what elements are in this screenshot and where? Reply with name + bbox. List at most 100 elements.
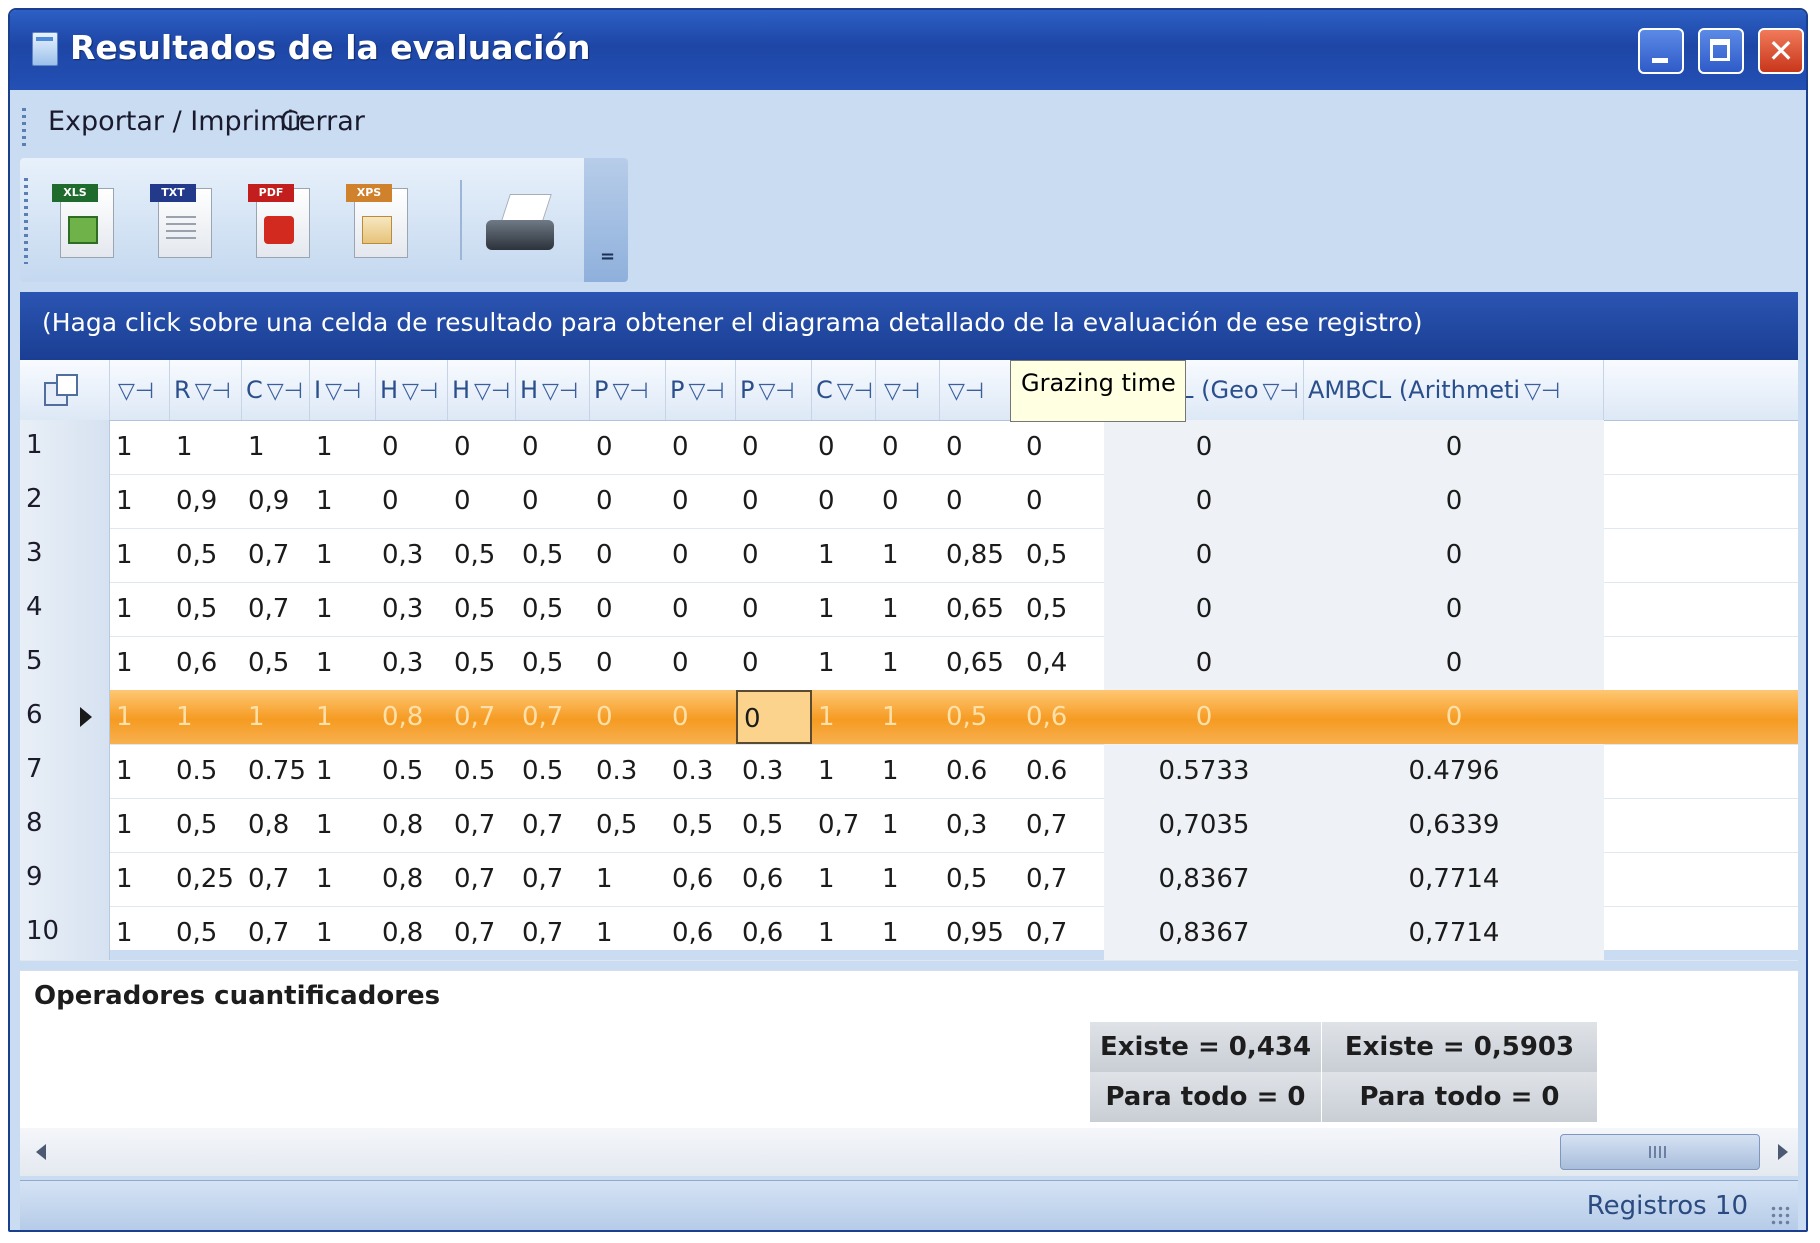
grid-cell[interactable]: 0,7 [516, 906, 590, 960]
menu-export-print[interactable]: Exportar / Imprimir [48, 106, 305, 137]
grid-cell[interactable]: 1 [242, 690, 310, 744]
grid-cell[interactable]: 1 [812, 690, 876, 744]
table-row[interactable]: 6 1 1 1 1 0,8 0,7 0,7 0 0 0 1 1 0,5 0,6 0 0 [20, 690, 1798, 745]
grid-cell[interactable]: 0,5 [448, 636, 516, 690]
pin-icon[interactable]: ⊣ [901, 379, 920, 404]
filter-icon[interactable]: ▽ [402, 379, 419, 404]
filter-icon[interactable]: ▽ [118, 379, 135, 404]
grid-cell[interactable]: 0 [666, 690, 736, 744]
filter-icon[interactable]: ▽ [195, 379, 212, 404]
grid-cell[interactable]: 0,3 [376, 582, 448, 636]
menu-close[interactable]: Cerrar [280, 106, 365, 137]
grid-cell[interactable]: 1 [110, 852, 170, 906]
grid-cell[interactable]: 0 [736, 474, 812, 528]
title-bar[interactable]: Resultados de la evaluación ✕ [10, 10, 1806, 90]
scroll-right-icon[interactable] [1778, 1144, 1788, 1160]
grid-cell[interactable]: 0 [666, 528, 736, 582]
grid-cell[interactable]: 0,7 [1020, 852, 1104, 906]
grid-cell[interactable]: 0,6 [170, 636, 242, 690]
row-header[interactable]: 5 [20, 636, 110, 690]
row-header[interactable]: 6 [20, 690, 110, 744]
result-cell[interactable]: 0 [1104, 582, 1304, 636]
result-cell[interactable]: 0 [1304, 420, 1604, 474]
result-cell[interactable]: 0 [1304, 690, 1604, 744]
grid-cell[interactable]: 0,5 [170, 582, 242, 636]
grid-cell[interactable]: 0.5 [448, 744, 516, 798]
filter-icon[interactable]: ▽ [542, 379, 559, 404]
grid-cell[interactable]: 0,7 [516, 798, 590, 852]
table-row[interactable]: 7 1 0.5 0.75 1 0.5 0.5 0.5 0.3 0.3 0.3 1 1 0.6 0.6 0.57… [20, 744, 1798, 799]
grid-cell[interactable]: 0,7 [242, 528, 310, 582]
grid-cell[interactable]: 1 [590, 906, 666, 960]
pin-icon[interactable]: ⊣ [491, 379, 510, 404]
grid-cell[interactable]: 1 [876, 636, 940, 690]
column-header-16[interactable]: AMBCL (Arithmeti ▽⊣ [1304, 360, 1604, 420]
grid-cell[interactable]: 1 [110, 528, 170, 582]
pin-icon[interactable]: ⊣ [212, 379, 231, 404]
grid-cell[interactable]: 0,7 [1020, 906, 1104, 960]
grid-cell[interactable]: 0,65 [940, 582, 1020, 636]
grid-cell[interactable]: 0,4 [1020, 636, 1104, 690]
grid-cell[interactable]: 0,3 [376, 636, 448, 690]
row-header[interactable]: 9 [20, 852, 110, 906]
grid-cell[interactable]: 0 [736, 636, 812, 690]
grid-cell[interactable]: 0 [1020, 420, 1104, 474]
row-header[interactable]: 2 [20, 474, 110, 528]
pin-icon[interactable]: ⊣ [342, 379, 361, 404]
horizontal-scrollbar[interactable] [20, 1128, 1798, 1176]
column-header-12[interactable]: ▽⊣ [876, 360, 940, 420]
result-cell[interactable]: 0,7714 [1304, 906, 1604, 960]
grid-cell[interactable]: 1 [110, 690, 170, 744]
grid-cell[interactable]: 0.5 [516, 744, 590, 798]
grid-cell[interactable]: 1 [812, 582, 876, 636]
column-header-5[interactable]: H ▽⊣ [376, 360, 448, 420]
table-row[interactable]: 3 1 0,5 0,7 1 0,3 0,5 0,5 0 0 0 1 1 0,85 0,5 0 0 [20, 528, 1798, 583]
grid-cell[interactable]: 0.6 [940, 744, 1020, 798]
grid-cell[interactable]: 0,7 [448, 852, 516, 906]
grid-cell[interactable]: 0 [516, 420, 590, 474]
grid-cell[interactable]: 0 [376, 474, 448, 528]
pin-icon[interactable]: ⊣ [854, 379, 873, 404]
grid-cell[interactable]: 0,9 [170, 474, 242, 528]
pin-icon[interactable]: ⊣ [629, 379, 648, 404]
grid-cell[interactable]: 0,5 [516, 528, 590, 582]
grid-cell[interactable]: 1 [110, 582, 170, 636]
result-cell[interactable]: 0 [1304, 636, 1604, 690]
pin-icon[interactable]: ⊣ [284, 379, 303, 404]
grid-cell[interactable]: 1 [310, 528, 376, 582]
grid-cell[interactable]: 0.5 [170, 744, 242, 798]
grid-cell[interactable]: 0 [736, 528, 812, 582]
grid-cell[interactable]: 1 [876, 528, 940, 582]
table-row[interactable]: 5 1 0,6 0,5 1 0,3 0,5 0,5 0 0 0 1 1 0,65 0,4 0 0 [20, 636, 1798, 691]
pin-icon[interactable]: ⊣ [419, 379, 438, 404]
row-header[interactable]: 10 [20, 906, 110, 960]
grid-cell[interactable]: 0,7 [516, 690, 590, 744]
export-pdf-button[interactable]: PDF [246, 180, 316, 260]
filter-icon[interactable]: ▽ [325, 379, 342, 404]
grid-cell[interactable]: 1 [170, 420, 242, 474]
grid-cell[interactable]: 0,7 [812, 798, 876, 852]
grid-cell[interactable]: 0 [940, 474, 1020, 528]
grid-cell[interactable]: 0,7 [1020, 798, 1104, 852]
row-header[interactable]: 7 [20, 744, 110, 798]
grid-cell[interactable]: 1 [310, 582, 376, 636]
grid-cell[interactable]: 0 [590, 690, 666, 744]
column-header-9[interactable]: P ▽⊣ [666, 360, 736, 420]
grid-cell[interactable]: 0,8 [376, 852, 448, 906]
grid-cell[interactable]: 0,8 [376, 690, 448, 744]
grid-cell[interactable]: 0,7 [516, 852, 590, 906]
result-cell[interactable]: 0,7035 [1104, 798, 1304, 852]
filter-icon[interactable]: ▽ [1524, 379, 1541, 404]
print-button[interactable] [482, 186, 564, 262]
grid-cell[interactable]: 0,6 [666, 906, 736, 960]
grid-cell[interactable]: 0 [516, 474, 590, 528]
grid-cell[interactable]: 1 [590, 852, 666, 906]
column-header-7[interactable]: H ▽⊣ [516, 360, 590, 420]
grid-cell[interactable]: 1 [812, 636, 876, 690]
grid-cell[interactable]: 1 [812, 528, 876, 582]
grid-cell[interactable]: 0 [666, 582, 736, 636]
row-header[interactable]: 3 [20, 528, 110, 582]
grid-cell[interactable]: 0,5 [170, 528, 242, 582]
table-row[interactable]: 11111000000000000 [20, 420, 1798, 475]
grid-cell[interactable]: 0,5 [1020, 582, 1104, 636]
